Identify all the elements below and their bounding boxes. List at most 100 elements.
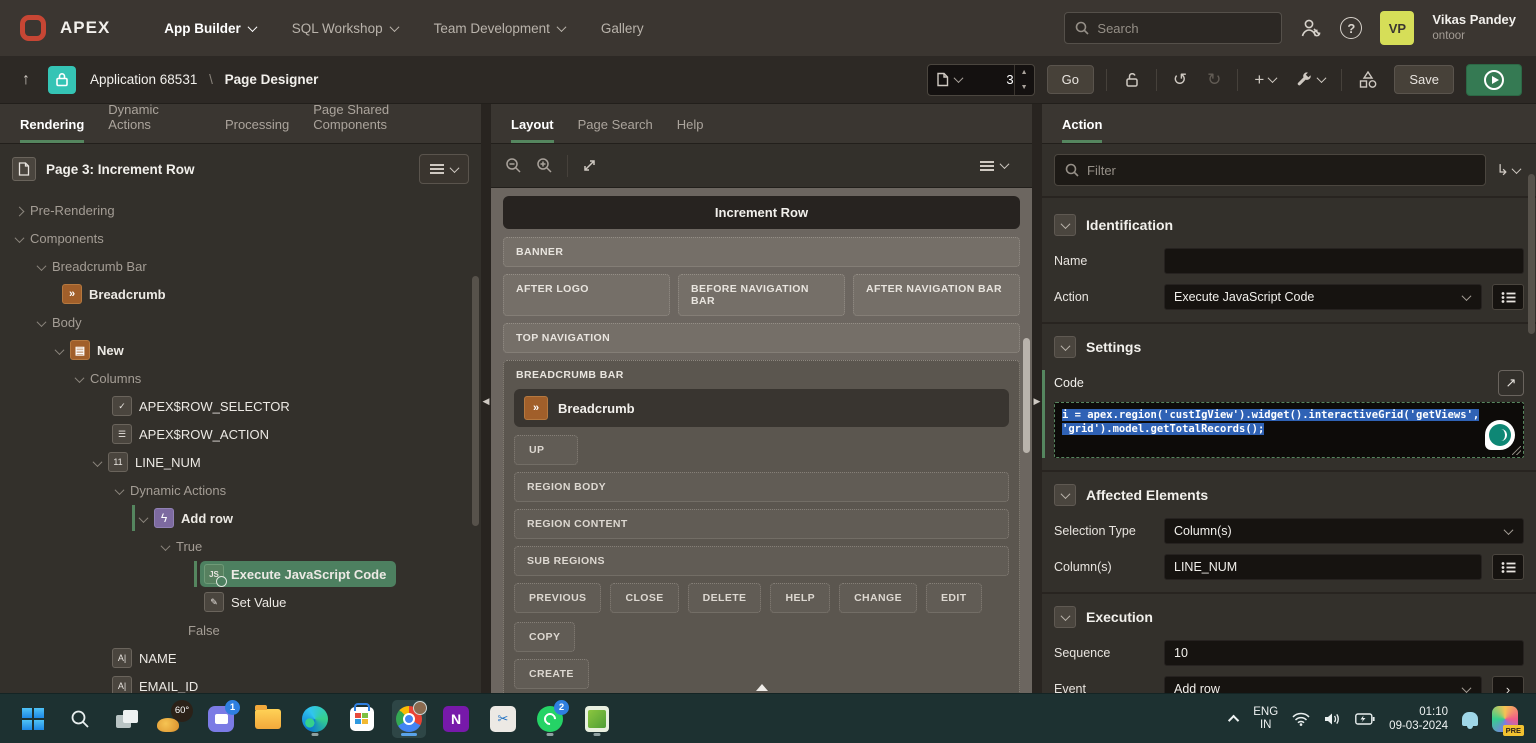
battery-icon[interactable] xyxy=(1355,713,1375,725)
page-number-stepper[interactable]: ▲▼ xyxy=(1014,65,1034,95)
slot-button-copy[interactable]: COPY xyxy=(514,622,575,652)
columns-list-button[interactable] xyxy=(1492,554,1524,580)
copilot-icon[interactable]: PRE xyxy=(1492,706,1518,732)
account-admin-icon[interactable] xyxy=(1300,18,1322,38)
tree-item-set-value[interactable]: ✎Set Value xyxy=(0,588,481,616)
breadcrumb-region-card[interactable]: » Breadcrumb xyxy=(514,389,1009,427)
selection-type-select[interactable]: Column(s) xyxy=(1164,518,1524,544)
tree-item-name[interactable]: A|NAME xyxy=(0,644,481,672)
go-button[interactable]: Go xyxy=(1047,65,1094,94)
slot-button-previous[interactable]: PREVIOUS xyxy=(514,583,601,613)
layout-menu-button[interactable] xyxy=(970,151,1018,181)
file-explorer-button[interactable] xyxy=(251,700,285,738)
layout-slot-after-nav[interactable]: AFTER NAVIGATION BAR xyxy=(853,274,1020,316)
breadcrumb-bar-slot[interactable]: BREADCRUMB BAR » Breadcrumb UP REGION BO… xyxy=(503,360,1020,693)
collapse-section-icon[interactable] xyxy=(1054,336,1076,358)
tree-item-breadcrumb[interactable]: »Breadcrumb xyxy=(0,280,481,308)
tab-dynamic-actions[interactable]: Dynamic Actions xyxy=(98,104,211,143)
widgets-weather-button[interactable]: 60° xyxy=(157,700,191,738)
event-select[interactable]: Add row xyxy=(1164,676,1482,693)
tree-item-components[interactable]: Components xyxy=(0,224,481,252)
tree-item-columns[interactable]: Columns xyxy=(0,364,481,392)
save-button[interactable]: Save xyxy=(1394,65,1454,94)
right-scrollbar[interactable] xyxy=(1528,196,1535,334)
tree-item-new-region[interactable]: ▤New xyxy=(0,336,481,364)
tree-item-email-id[interactable]: A|EMAIL_ID xyxy=(0,672,481,693)
application-label[interactable]: Application 68531 xyxy=(90,72,197,87)
onenote-button[interactable]: N xyxy=(439,700,473,738)
taskbar-search[interactable] xyxy=(63,700,97,738)
tree-item-breadcrumb-bar[interactable]: Breadcrumb Bar xyxy=(0,252,481,280)
collapse-section-icon[interactable] xyxy=(1054,214,1076,236)
tree-item-add-row[interactable]: ϟAdd row xyxy=(0,504,481,532)
step-up[interactable]: ▲ xyxy=(1015,65,1034,80)
middle-scrollbar[interactable] xyxy=(1023,338,1030,453)
tree-item-dynamic-actions[interactable]: Dynamic Actions xyxy=(0,476,481,504)
zoom-in-icon[interactable] xyxy=(536,157,553,174)
tree-item-line-num[interactable]: 11LINE_NUM xyxy=(0,448,481,476)
shared-components-icon[interactable] xyxy=(1354,71,1382,89)
microsoft-store-button[interactable] xyxy=(345,700,379,738)
start-button[interactable] xyxy=(16,700,50,738)
wifi-icon[interactable] xyxy=(1292,712,1310,726)
tab-rendering[interactable]: Rendering xyxy=(10,117,94,143)
left-splitter[interactable]: ◀ xyxy=(481,104,491,693)
event-detail-button[interactable]: › xyxy=(1492,676,1524,693)
undo-icon[interactable]: ↺ xyxy=(1169,70,1191,90)
layout-slot-before-nav[interactable]: BEFORE NAVIGATION BAR xyxy=(678,274,845,316)
tray-expand-icon[interactable] xyxy=(1228,714,1239,725)
resize-handle[interactable] xyxy=(1512,446,1521,455)
collapse-section-icon[interactable] xyxy=(1054,484,1076,506)
tree-item-execute-js[interactable]: JSExecute JavaScript Code xyxy=(0,560,481,588)
page-finder-button[interactable] xyxy=(928,65,970,95)
nav-sql-workshop[interactable]: SQL Workshop xyxy=(278,11,412,46)
utilities-wrench-menu[interactable] xyxy=(1292,71,1329,88)
grammarly-icon[interactable] xyxy=(1485,420,1515,450)
notification-bell-icon[interactable] xyxy=(1462,712,1478,726)
sequence-input[interactable] xyxy=(1164,640,1524,666)
slot-up[interactable]: UP xyxy=(514,435,578,465)
tree-menu-button[interactable] xyxy=(419,154,469,184)
unlock-icon[interactable] xyxy=(1119,71,1144,88)
create-plus-menu[interactable]: + xyxy=(1250,70,1280,90)
language-indicator[interactable]: ENGIN xyxy=(1253,706,1278,732)
avatar[interactable]: VP xyxy=(1380,11,1414,45)
tree-item-row-selector[interactable]: ✓APEX$ROW_SELECTOR xyxy=(0,392,481,420)
page-number-input[interactable] xyxy=(970,65,1014,95)
tab-page-shared-components[interactable]: Page Shared Components xyxy=(303,104,471,143)
page-selector[interactable]: ▲▼ xyxy=(927,64,1035,96)
action-select[interactable]: Execute JavaScript Code xyxy=(1164,284,1482,310)
slot-region-content[interactable]: REGION CONTENT xyxy=(514,509,1009,539)
app-lock-icon[interactable] xyxy=(48,66,76,94)
edge-button[interactable] xyxy=(298,700,332,738)
snipping-tool-button[interactable]: ✂ xyxy=(486,700,520,738)
property-filter-input[interactable] xyxy=(1087,163,1475,178)
tab-processing[interactable]: Processing xyxy=(215,117,299,143)
collapse-section-icon[interactable] xyxy=(1054,606,1076,628)
collapse-left-icon[interactable]: ◀ xyxy=(481,388,491,414)
right-splitter[interactable]: ▶ xyxy=(1032,104,1042,693)
notepad-plus-button[interactable] xyxy=(580,700,614,738)
go-to-group-icon[interactable]: ↳ xyxy=(1496,161,1524,179)
up-arrow-icon[interactable]: ↑ xyxy=(14,71,38,89)
global-search[interactable] xyxy=(1064,12,1282,44)
nav-app-builder[interactable]: App Builder xyxy=(150,11,270,46)
tree-item-true[interactable]: True xyxy=(0,532,481,560)
layout-slot-banner[interactable]: BANNER xyxy=(503,237,1020,267)
step-down[interactable]: ▼ xyxy=(1015,80,1034,95)
layout-slot-after-logo[interactable]: AFTER LOGO xyxy=(503,274,670,316)
slot-button-edit[interactable]: EDIT xyxy=(926,583,982,613)
nav-team-development[interactable]: Team Development xyxy=(420,11,579,46)
code-textarea[interactable]: i = apex.region('custIgView').widget().i… xyxy=(1054,402,1524,458)
slot-create[interactable]: CREATE xyxy=(514,659,589,689)
help-icon[interactable]: ? xyxy=(1340,17,1362,39)
tree-item-pre-rendering[interactable]: Pre-Rendering xyxy=(0,196,481,224)
nav-gallery[interactable]: Gallery xyxy=(587,11,658,46)
canvas-page-title[interactable]: Increment Row xyxy=(503,196,1020,229)
slot-region-body[interactable]: REGION BODY xyxy=(514,472,1009,502)
run-page-button[interactable] xyxy=(1466,64,1522,96)
name-input[interactable] xyxy=(1164,248,1524,274)
action-list-button[interactable] xyxy=(1492,284,1524,310)
slot-button-help[interactable]: HELP xyxy=(770,583,830,613)
zoom-out-icon[interactable] xyxy=(505,157,522,174)
